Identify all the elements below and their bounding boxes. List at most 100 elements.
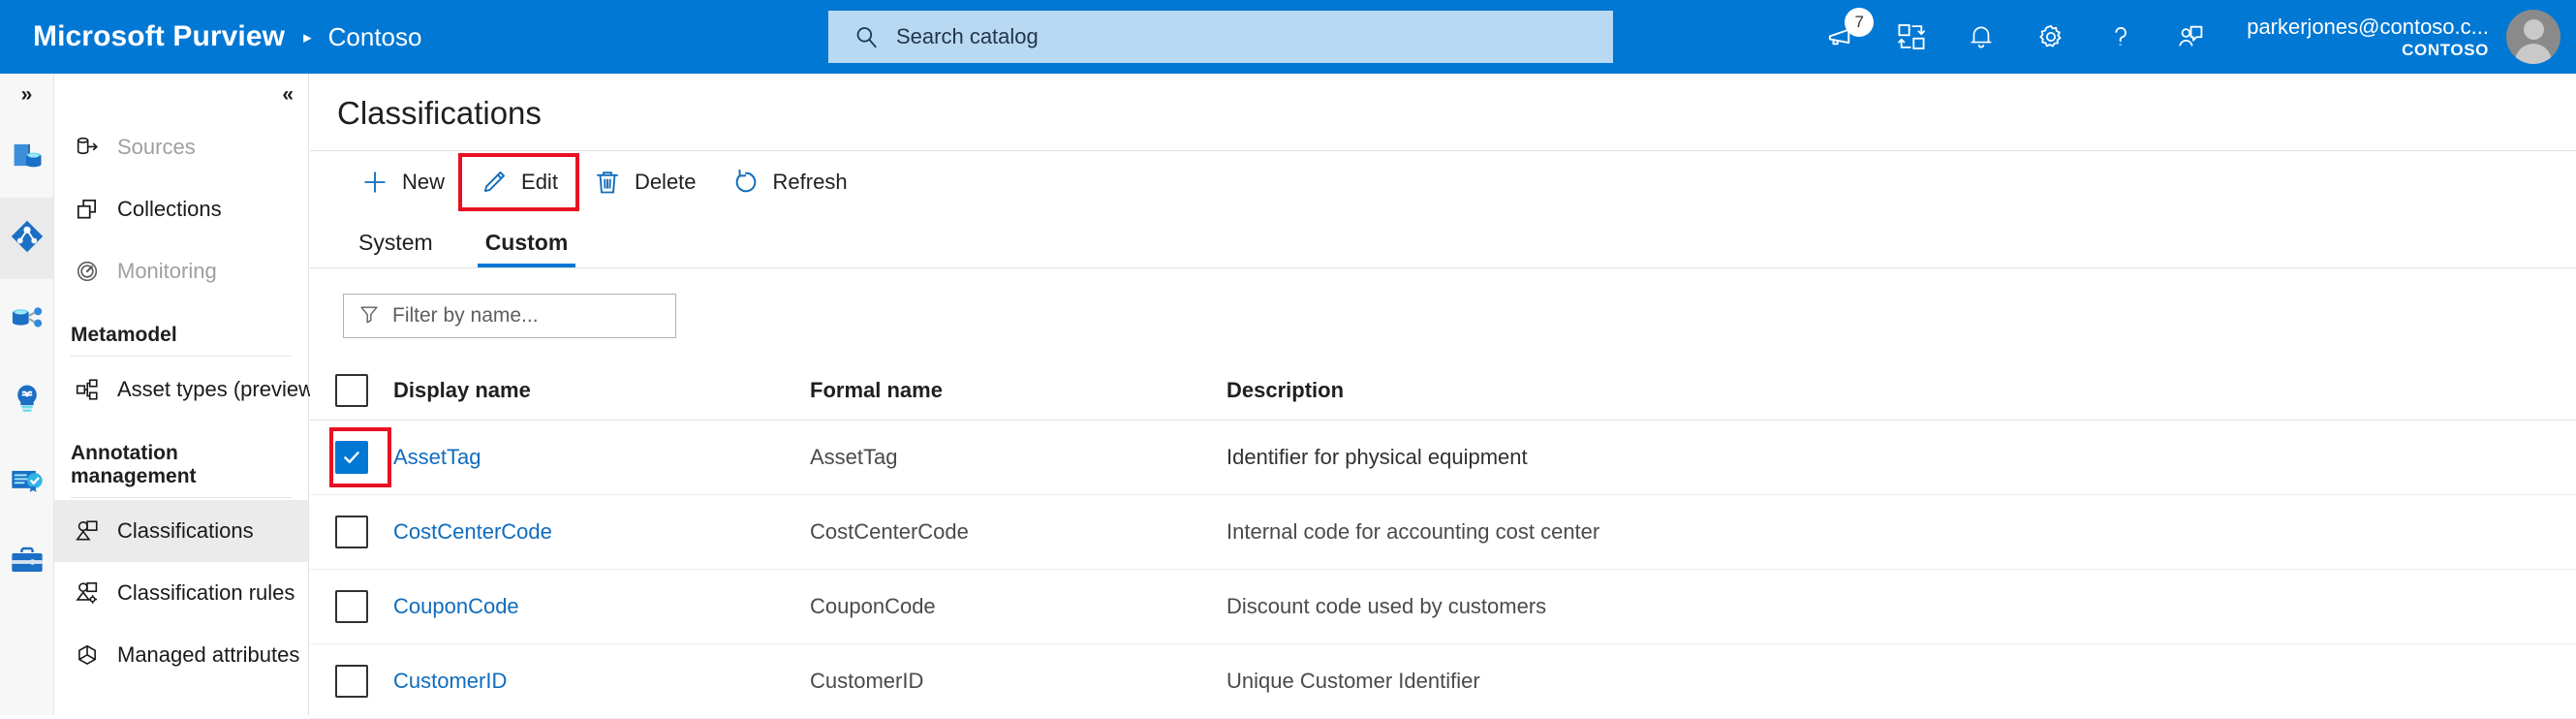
help-question-icon[interactable] bbox=[2086, 0, 2156, 74]
avatar[interactable] bbox=[2506, 10, 2560, 64]
sources-icon bbox=[71, 131, 104, 164]
sidebar-item-label: Asset types (preview) bbox=[117, 377, 321, 402]
sidebar-item-managed-attributes[interactable]: Managed attributes bbox=[54, 624, 308, 686]
new-button[interactable]: New bbox=[343, 157, 462, 207]
delete-button[interactable]: Delete bbox=[575, 157, 714, 207]
row-select-cell bbox=[310, 590, 393, 623]
table-row[interactable]: CostCenterCode CostCenterCode Internal c… bbox=[310, 495, 2576, 570]
data-quality-icon bbox=[9, 462, 46, 504]
cell-description: Identifier for physical equipment bbox=[1226, 445, 2576, 470]
data-map-icon[interactable] bbox=[1877, 0, 1946, 74]
sidebar-item-collections[interactable]: Collections bbox=[54, 178, 308, 240]
data-estate-insights-icon bbox=[9, 299, 46, 341]
navigation-sidebar: « Sources Collections bbox=[54, 74, 309, 715]
sidebar-item-sources[interactable]: Sources bbox=[54, 116, 308, 178]
header-actions: 7 bbox=[1807, 0, 2576, 74]
rail-item-data-catalog[interactable] bbox=[0, 116, 53, 198]
pencil-icon bbox=[480, 168, 509, 197]
tab-list: System Custom bbox=[310, 212, 2576, 268]
announcements-badge: 7 bbox=[1845, 8, 1874, 37]
cell-description: Discount code used by customers bbox=[1226, 594, 2576, 619]
brand-title[interactable]: Microsoft Purview bbox=[33, 20, 285, 53]
plus-icon bbox=[360, 168, 389, 197]
management-icon bbox=[9, 544, 46, 585]
rail-item-management[interactable] bbox=[0, 523, 53, 605]
classifications-icon bbox=[71, 515, 104, 547]
sidebar-item-monitoring[interactable]: Monitoring bbox=[54, 240, 308, 302]
cell-description: Unique Customer Identifier bbox=[1226, 669, 2576, 694]
refresh-icon bbox=[731, 168, 760, 197]
tab-custom[interactable]: Custom bbox=[470, 230, 584, 267]
column-header-display-name[interactable]: Display name bbox=[393, 378, 810, 403]
breadcrumb-separator-icon: ▸ bbox=[303, 29, 312, 46]
row-select-cell bbox=[310, 516, 393, 548]
row-checkbox[interactable] bbox=[335, 665, 368, 698]
settings-gear-icon[interactable] bbox=[2016, 0, 2086, 74]
managed-attributes-icon bbox=[71, 639, 104, 672]
main-content: Classifications New Edit bbox=[310, 74, 2576, 715]
user-account-menu[interactable]: parkerjones@contoso.c... CONTOSO bbox=[2247, 14, 2489, 61]
page-title: Classifications bbox=[310, 74, 2576, 132]
breadcrumb-account-name[interactable]: Contoso bbox=[328, 22, 422, 52]
notifications-bell-icon[interactable] bbox=[1946, 0, 2016, 74]
cell-formal-name: AssetTag bbox=[810, 445, 1226, 470]
filter-input[interactable]: Filter by name... bbox=[343, 294, 676, 338]
rail-item-data-policy[interactable] bbox=[0, 360, 53, 442]
column-header-description[interactable]: Description bbox=[1226, 378, 2576, 403]
rail-item-data-map[interactable] bbox=[0, 198, 53, 279]
table-row[interactable]: AssetTag AssetTag Identifier for physica… bbox=[310, 421, 2576, 495]
delete-button-label: Delete bbox=[635, 170, 697, 195]
rail-expand-button[interactable]: » bbox=[0, 74, 53, 116]
cell-description: Internal code for accounting cost center bbox=[1226, 519, 2576, 545]
monitoring-icon bbox=[71, 255, 104, 288]
announcements-icon[interactable]: 7 bbox=[1807, 0, 1877, 74]
left-icon-rail: » bbox=[0, 74, 54, 715]
top-header-bar: Microsoft Purview ▸ Contoso Search catal… bbox=[0, 0, 2576, 74]
new-button-label: New bbox=[402, 170, 445, 195]
sidebar-collapse-button[interactable]: « bbox=[54, 74, 308, 116]
sidebar-item-label: Collections bbox=[117, 197, 222, 222]
search-placeholder: Search catalog bbox=[896, 24, 1039, 49]
search-icon bbox=[853, 24, 879, 49]
tab-system[interactable]: System bbox=[343, 230, 449, 267]
edit-button[interactable]: Edit bbox=[462, 157, 575, 207]
cell-formal-name: CostCenterCode bbox=[810, 519, 1226, 545]
row-checkbox[interactable] bbox=[335, 590, 368, 623]
sidebar-item-classification-rules[interactable]: Classification rules bbox=[54, 562, 308, 624]
refresh-button[interactable]: Refresh bbox=[714, 157, 865, 207]
refresh-button-label: Refresh bbox=[773, 170, 848, 195]
row-checkbox[interactable] bbox=[335, 516, 368, 548]
cell-display-name[interactable]: CustomerID bbox=[393, 669, 810, 694]
column-header-formal-name[interactable]: Formal name bbox=[810, 378, 1226, 403]
sidebar-item-label: Sources bbox=[117, 135, 196, 160]
search-input[interactable]: Search catalog bbox=[828, 11, 1613, 63]
rail-item-data-quality[interactable] bbox=[0, 442, 53, 523]
cell-display-name[interactable]: CouponCode bbox=[393, 594, 810, 619]
select-all-cell bbox=[310, 374, 393, 407]
command-toolbar: New Edit Delet bbox=[310, 150, 2576, 212]
sidebar-item-label: Managed attributes bbox=[117, 642, 299, 668]
feedback-person-icon[interactable] bbox=[2156, 0, 2225, 74]
rail-item-data-estate-insights[interactable] bbox=[0, 279, 53, 360]
row-select-cell bbox=[310, 665, 393, 698]
table-row[interactable]: CustomerID CustomerID Unique Customer Id… bbox=[310, 644, 2576, 719]
table-row[interactable]: CouponCode CouponCode Discount code used… bbox=[310, 570, 2576, 644]
user-email: parkerjones@contoso.c... bbox=[2247, 14, 2489, 41]
row-checkbox[interactable] bbox=[335, 441, 368, 474]
classifications-table: Display name Formal name Description Ass… bbox=[310, 360, 2576, 719]
sidebar-item-classifications[interactable]: Classifications bbox=[54, 500, 308, 562]
cell-display-name[interactable]: AssetTag bbox=[393, 445, 810, 470]
data-catalog-icon bbox=[9, 137, 46, 178]
row-select-cell bbox=[310, 441, 393, 474]
select-all-checkbox[interactable] bbox=[335, 374, 368, 407]
cell-display-name[interactable]: CostCenterCode bbox=[393, 519, 810, 545]
classification-rules-icon bbox=[71, 577, 104, 610]
collections-icon bbox=[71, 193, 104, 226]
sidebar-item-label: Classifications bbox=[117, 518, 254, 544]
data-map-icon bbox=[9, 218, 46, 260]
sidebar-item-label: Monitoring bbox=[117, 259, 217, 284]
cell-formal-name: CouponCode bbox=[810, 594, 1226, 619]
sidebar-item-asset-types[interactable]: Asset types (preview) bbox=[54, 359, 308, 421]
asset-types-icon bbox=[71, 373, 104, 406]
filter-placeholder: Filter by name... bbox=[392, 304, 539, 328]
